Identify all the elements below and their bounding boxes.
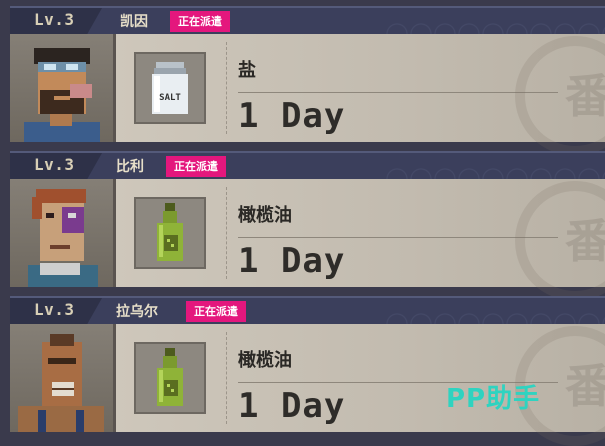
divider (226, 187, 227, 279)
dispatch-card-2[interactable]: Lv.3 比利 正在派遣 橄榄油 1 Day 番 (10, 151, 605, 301)
divider (226, 332, 227, 424)
wave-pattern (385, 8, 605, 34)
emblem-glyph-icon: 番 (565, 359, 605, 413)
item-name: 橄榄油 (238, 205, 292, 226)
salt-label: SALT (159, 93, 181, 103)
separator-line (238, 237, 558, 238)
level-label: Lv.3 (34, 300, 75, 319)
emblem-glyph-icon: 番 (565, 214, 605, 268)
olive-oil-bottle-icon (157, 203, 183, 261)
pp-assistant-watermark: PP助手 (446, 384, 541, 414)
dispatch-card-1[interactable]: Lv.3 凯因 正在派遣 SALT 盐 1 Day 番 (10, 6, 605, 156)
item-name: 盐 (238, 60, 256, 81)
dispatch-duration: 1 Day (238, 386, 346, 426)
card-body: SALT 盐 1 Day 番 (10, 34, 605, 156)
card-header: Lv.3 比利 正在派遣 (10, 151, 605, 179)
salt-shaker-icon: SALT (152, 62, 188, 114)
card-header: Lv.3 凯因 正在派遣 (10, 6, 605, 34)
item-slot (134, 342, 206, 414)
dispatch-info: SALT 盐 1 Day 番 (116, 34, 605, 156)
portrait-raoul-icon (18, 334, 104, 432)
card-header: Lv.3 拉乌尔 正在派遣 (10, 296, 605, 324)
card-body: 橄榄油 1 Day 番 (10, 179, 605, 301)
separator-line (238, 92, 558, 93)
character-portrait (10, 179, 116, 287)
status-badge: 正在派遣 (186, 301, 246, 322)
item-name: 橄榄油 (238, 350, 292, 371)
level-label: Lv.3 (34, 10, 75, 29)
character-name: 拉乌尔 (116, 304, 158, 320)
character-portrait (10, 324, 116, 432)
portrait-billy-icon (28, 189, 98, 287)
wave-pattern (385, 298, 605, 324)
wave-pattern (385, 153, 605, 179)
divider (226, 42, 227, 134)
status-badge: 正在派遣 (170, 11, 230, 32)
dispatch-duration: 1 Day (238, 96, 346, 136)
status-badge: 正在派遣 (166, 156, 226, 177)
character-portrait (10, 34, 116, 142)
portrait-kane-icon (24, 48, 100, 142)
level-label: Lv.3 (34, 155, 75, 174)
item-slot: SALT (134, 52, 206, 124)
olive-oil-bottle-icon (157, 348, 183, 406)
character-name: 凯因 (120, 14, 148, 30)
dispatch-info: 橄榄油 1 Day 番 (116, 179, 605, 301)
item-slot (134, 197, 206, 269)
dispatch-duration: 1 Day (238, 241, 346, 281)
character-name: 比利 (116, 159, 144, 175)
emblem-glyph-icon: 番 (565, 69, 605, 123)
